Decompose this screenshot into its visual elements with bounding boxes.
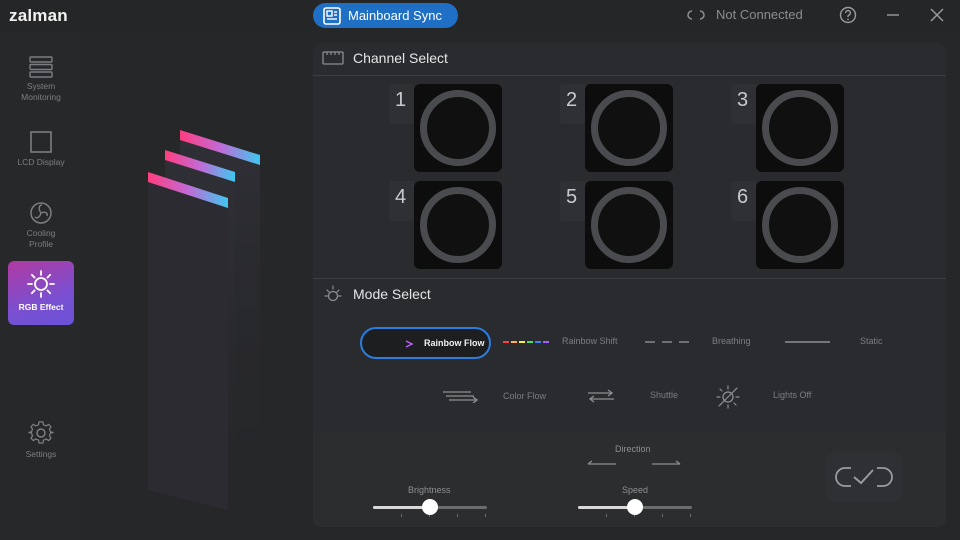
- mode-shuttle[interactable]: Shuttle: [586, 381, 686, 413]
- mode-label: Rainbow Shift: [562, 336, 618, 346]
- mode-color-flow[interactable]: Color Flow: [443, 381, 563, 413]
- sun-icon: [27, 270, 55, 298]
- minimize-icon[interactable]: [885, 6, 901, 24]
- connection-status: Not Connected: [684, 7, 803, 22]
- server-icon: [29, 56, 53, 78]
- effect-panel: Channel Select 1 2 3 4 5 6 Mode Select R…: [313, 43, 946, 435]
- fan-icon: [30, 202, 52, 224]
- sidebar-item-label: Cooling Profile: [26, 228, 56, 249]
- fan-ring-icon: [585, 84, 673, 172]
- fan-ring-icon: [756, 84, 844, 172]
- brightness-label: Brightness: [408, 485, 451, 495]
- channel-number: 2: [560, 84, 586, 124]
- channel-6[interactable]: 6: [731, 181, 845, 271]
- sidebar-item-label: System Monitoring: [21, 81, 61, 102]
- mode-label: Lights Off: [773, 390, 812, 400]
- channel-select-title: Channel Select: [353, 50, 448, 66]
- arrow-right-icon[interactable]: [650, 459, 682, 469]
- sidebar-item-settings[interactable]: Settings: [8, 417, 74, 481]
- static-icon: [785, 341, 830, 343]
- sidebar-item-cooling-profile[interactable]: Cooling Profile: [8, 198, 74, 262]
- channel-number: 5: [560, 181, 586, 221]
- channel-1[interactable]: 1: [389, 84, 503, 174]
- mode-breathing[interactable]: Breathing: [645, 327, 765, 359]
- rainbow-shift-icon: [503, 341, 549, 343]
- fan-ring-icon: [585, 181, 673, 269]
- mode-label: Static: [860, 336, 883, 346]
- mode-select-header: Mode Select: [322, 284, 431, 304]
- apply-button[interactable]: [826, 452, 902, 502]
- channel-3[interactable]: 3: [731, 84, 845, 174]
- mainboard-icon: [323, 6, 341, 25]
- channel-number: 1: [389, 84, 415, 124]
- mainboard-sync-label: Mainboard Sync: [348, 8, 442, 23]
- sidebar-item-rgb-effect[interactable]: RGB Effect: [8, 261, 74, 325]
- channel-number: 6: [731, 181, 757, 221]
- connection-status-text: Not Connected: [716, 7, 803, 22]
- direction-label: Direction: [615, 444, 651, 454]
- sidebar: System Monitoring LCD Display Cooling Pr…: [0, 31, 82, 540]
- mode-label: Shuttle: [650, 390, 679, 400]
- color-flow-icon: [443, 391, 479, 403]
- mainboard-sync-button[interactable]: Mainboard Sync: [313, 3, 458, 28]
- mode-lights-off[interactable]: Lights Off: [715, 381, 825, 413]
- link-icon: [687, 9, 705, 20]
- mode-label: Color Flow: [503, 391, 547, 401]
- square-icon: [30, 131, 52, 153]
- channel-icon: [322, 51, 344, 65]
- close-icon[interactable]: [929, 6, 945, 24]
- channel-4[interactable]: 4: [389, 181, 503, 271]
- channel-number: 3: [731, 84, 757, 124]
- sidebar-item-label: LCD Display: [17, 157, 65, 167]
- sidebar-item-lcd-display[interactable]: LCD Display: [8, 127, 74, 191]
- arrow-left-icon[interactable]: [586, 459, 618, 469]
- channel-2[interactable]: 2: [560, 84, 674, 174]
- lights-off-icon: [716, 385, 740, 409]
- fan-ring-icon: [756, 181, 844, 269]
- sidebar-item-label: Settings: [25, 449, 57, 459]
- sidebar-item-system-monitoring[interactable]: System Monitoring: [8, 53, 74, 117]
- mode-rainbow-shift[interactable]: Rainbow Shift: [503, 327, 633, 359]
- rainbow-flow-icon: [366, 340, 414, 348]
- mode-icon: [324, 285, 342, 302]
- breathing-icon: [645, 341, 689, 343]
- mode-label: Rainbow Flow: [424, 338, 485, 348]
- fan-ring-icon: [414, 84, 502, 172]
- mode-rainbow-flow[interactable]: Rainbow Flow: [360, 327, 491, 359]
- brightness-slider[interactable]: [373, 498, 487, 518]
- slider-thumb[interactable]: [422, 499, 438, 515]
- mode-label: Breathing: [712, 336, 751, 346]
- check-icon: [835, 467, 893, 487]
- title-bar: zalman Mainboard Sync Not Connected: [0, 0, 960, 31]
- slider-thumb[interactable]: [627, 499, 643, 515]
- help-icon[interactable]: [839, 6, 857, 24]
- shuttle-icon: [588, 389, 614, 403]
- channel-5[interactable]: 5: [560, 181, 674, 271]
- channel-number: 4: [389, 181, 415, 221]
- channel-select-header: Channel Select: [322, 50, 448, 66]
- mode-static[interactable]: Static: [785, 327, 905, 359]
- app-logo: zalman: [9, 6, 68, 25]
- sidebar-item-label: RGB Effect: [18, 302, 64, 312]
- fan-ring-icon: [414, 181, 502, 269]
- gear-icon: [28, 421, 54, 444]
- ram-illustration: [146, 130, 261, 510]
- speed-slider[interactable]: [578, 498, 692, 518]
- speed-label: Speed: [622, 485, 649, 495]
- mode-select-title: Mode Select: [353, 286, 431, 302]
